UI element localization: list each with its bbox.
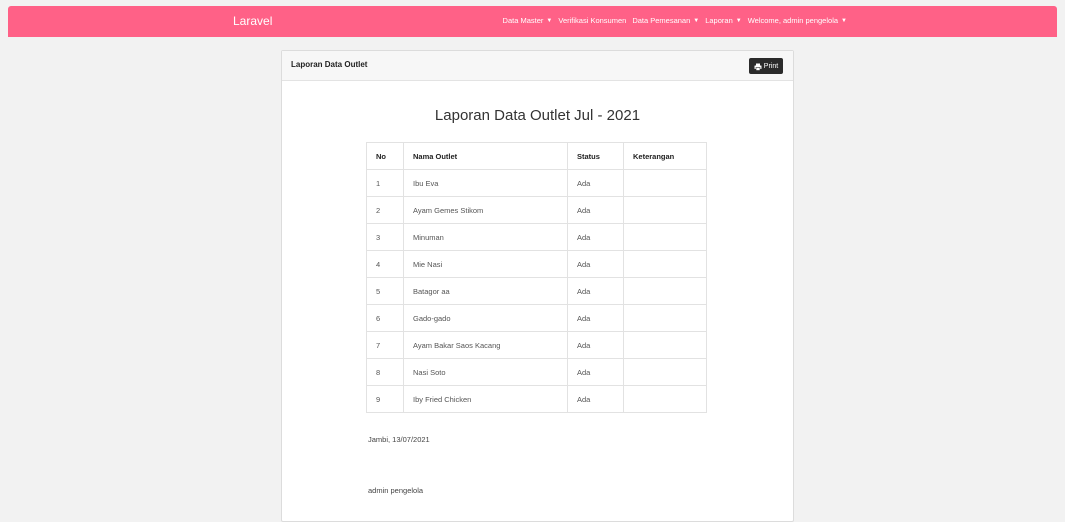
print-button[interactable]: Print <box>749 58 783 74</box>
cell-keterangan <box>623 277 707 305</box>
cell-nama-outlet: Nasi Soto <box>403 358 568 386</box>
cell-keterangan <box>623 223 707 251</box>
report-card: Laporan Data Outlet Print Laporan Data O… <box>281 50 794 522</box>
header-status: Status <box>567 142 624 170</box>
table-row: 6 Gado-gado Ada <box>366 304 707 332</box>
cell-status: Ada <box>567 196 624 224</box>
caret-down-icon: ▼ <box>841 17 847 24</box>
table-row: 7 Ayam Bakar Saos Kacang Ada <box>366 331 707 359</box>
navbar-brand[interactable]: Laravel <box>233 14 272 28</box>
report-signer: admin pengelola <box>368 486 424 495</box>
cell-no: 2 <box>366 196 404 224</box>
table-row: 8 Nasi Soto Ada <box>366 358 707 386</box>
cell-keterangan <box>623 331 707 359</box>
nav-item-laporan[interactable]: Laporan ▼ <box>705 16 741 25</box>
cell-keterangan <box>623 169 707 197</box>
cell-no: 5 <box>366 277 404 305</box>
caret-down-icon: ▼ <box>693 17 700 24</box>
navbar: Laravel Data Master ▼ Verifikasi Konsume… <box>8 6 1057 37</box>
nav-item-user-menu[interactable]: Welcome, admin pengelola ▼ <box>748 16 847 25</box>
cell-nama-outlet: Ayam Gemes Stikom <box>403 196 568 224</box>
table-row: 3 Minuman Ada <box>366 223 707 251</box>
cell-status: Ada <box>567 358 624 386</box>
print-button-label: Print <box>763 62 779 70</box>
report-place-date: Jambi, 13/07/2021 <box>368 435 430 444</box>
nav-item-data-pemesanan[interactable]: Data Pemesanan ▼ <box>632 16 699 25</box>
cell-no: 1 <box>366 169 404 197</box>
cell-nama-outlet: Ayam Bakar Saos Kacang <box>403 331 568 359</box>
table-row: 5 Batagor aa Ada <box>366 277 707 305</box>
nav-item-verifikasi-konsumen[interactable]: Verifikasi Konsumen <box>558 16 626 25</box>
cell-keterangan <box>623 358 707 386</box>
cell-status: Ada <box>567 304 624 332</box>
report-title: Laporan Data Outlet Jul - 2021 <box>434 107 641 124</box>
cell-no: 7 <box>366 331 404 359</box>
navbar-menu: Data Master ▼ Verifikasi Konsumen Data P… <box>503 16 847 25</box>
cell-keterangan <box>623 196 707 224</box>
cell-status: Ada <box>567 331 624 359</box>
cell-status: Ada <box>567 385 624 413</box>
cell-nama-outlet: Gado-gado <box>403 304 568 332</box>
cell-no: 9 <box>366 385 404 413</box>
card-title: Laporan Data Outlet <box>291 60 368 69</box>
header-keterangan: Keterangan <box>623 142 707 170</box>
cell-keterangan <box>623 385 707 413</box>
cell-no: 6 <box>366 304 404 332</box>
cell-status: Ada <box>567 169 624 197</box>
cell-keterangan <box>623 304 707 332</box>
nav-item-data-master[interactable]: Data Master ▼ <box>503 16 553 25</box>
cell-no: 3 <box>366 223 404 251</box>
nav-item-label: Welcome, admin pengelola <box>747 16 839 25</box>
cell-nama-outlet: Minuman <box>403 223 568 251</box>
caret-down-icon: ▼ <box>735 17 742 24</box>
printer-icon <box>754 63 762 71</box>
cell-no: 8 <box>366 358 404 386</box>
cell-nama-outlet: Mie Nasi <box>403 250 568 278</box>
cell-nama-outlet: Batagor aa <box>403 277 568 305</box>
cell-keterangan <box>623 250 707 278</box>
caret-down-icon: ▼ <box>546 17 553 24</box>
table-row: 2 Ayam Gemes Stikom Ada <box>366 196 707 224</box>
nav-item-label: Data Master <box>502 16 544 25</box>
cell-nama-outlet: Ibu Eva <box>403 169 568 197</box>
nav-item-label: Laporan <box>705 16 733 25</box>
header-nama-outlet: Nama Outlet <box>403 142 568 170</box>
nav-item-label: Verifikasi Konsumen <box>558 16 627 25</box>
table-row: 4 Mie Nasi Ada <box>366 250 707 278</box>
cell-status: Ada <box>567 277 624 305</box>
table-header-row: No Nama Outlet Status Keterangan <box>366 142 707 170</box>
table-row: 1 Ibu Eva Ada <box>366 169 707 197</box>
outlet-table: No Nama Outlet Status Keterangan 1 Ibu E… <box>366 142 707 413</box>
table-row: 9 Iby Fried Chicken Ada <box>366 385 707 413</box>
card-header: Laporan Data Outlet Print <box>282 51 793 81</box>
cell-nama-outlet: Iby Fried Chicken <box>403 385 568 413</box>
cell-status: Ada <box>567 250 624 278</box>
cell-status: Ada <box>567 223 624 251</box>
header-no: No <box>366 142 404 170</box>
nav-item-label: Data Pemesanan <box>632 16 691 25</box>
cell-no: 4 <box>366 250 404 278</box>
